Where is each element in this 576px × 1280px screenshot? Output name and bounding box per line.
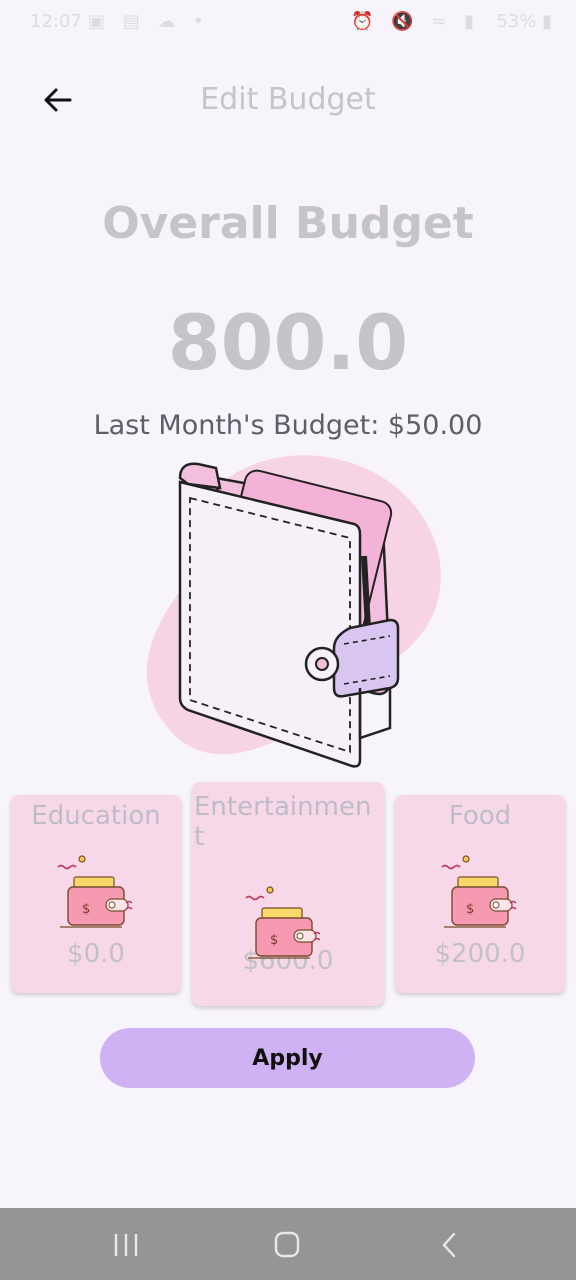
system-nav-bar: [0, 1208, 576, 1280]
wallet-money-icon: $: [440, 853, 520, 933]
svg-text:$: $: [82, 902, 90, 917]
status-notification-icons: ▣ ▤ ☁ •: [88, 11, 210, 32]
svg-text:$: $: [270, 933, 278, 948]
category-label: Food: [448, 801, 512, 831]
status-time: 12:07: [30, 11, 82, 32]
category-card-food[interactable]: Food $ $200.0: [395, 795, 565, 993]
recent-apps-icon[interactable]: [106, 1230, 146, 1260]
wallet-money-icon: $: [244, 884, 324, 964]
category-card-entertainment[interactable]: Entertainmen t $600.0 $: [192, 782, 384, 1006]
svg-text:$: $: [466, 902, 474, 917]
category-amount: $0.0: [67, 939, 125, 969]
overall-budget-amount[interactable]: 800.0: [0, 298, 576, 387]
apply-button[interactable]: Apply: [100, 1028, 475, 1088]
status-system-icons: ⏰ 🔇 ≈ ▮: [351, 11, 480, 32]
wallet-money-icon: $: [56, 853, 136, 933]
category-amount: $200.0: [434, 939, 526, 969]
back-nav-icon[interactable]: [430, 1230, 470, 1260]
wallet-illustration: [128, 448, 448, 778]
last-month-budget: Last Month's Budget: $50.00: [93, 410, 483, 441]
category-card-education[interactable]: Education $ $0.0: [11, 795, 181, 993]
home-icon[interactable]: [267, 1230, 307, 1260]
page-title: Edit Budget: [200, 82, 376, 117]
battery-percent: 53%: [496, 11, 537, 32]
status-bar: 12:07 ▣ ▤ ☁ • ⏰ 🔇 ≈ ▮ 53% ▮: [0, 0, 576, 44]
battery-indicator: 53% ▮: [496, 11, 552, 32]
overall-budget-title: Overall Budget: [102, 198, 474, 249]
category-label: Education: [31, 801, 161, 831]
category-label: Entertainmen t: [194, 792, 372, 852]
